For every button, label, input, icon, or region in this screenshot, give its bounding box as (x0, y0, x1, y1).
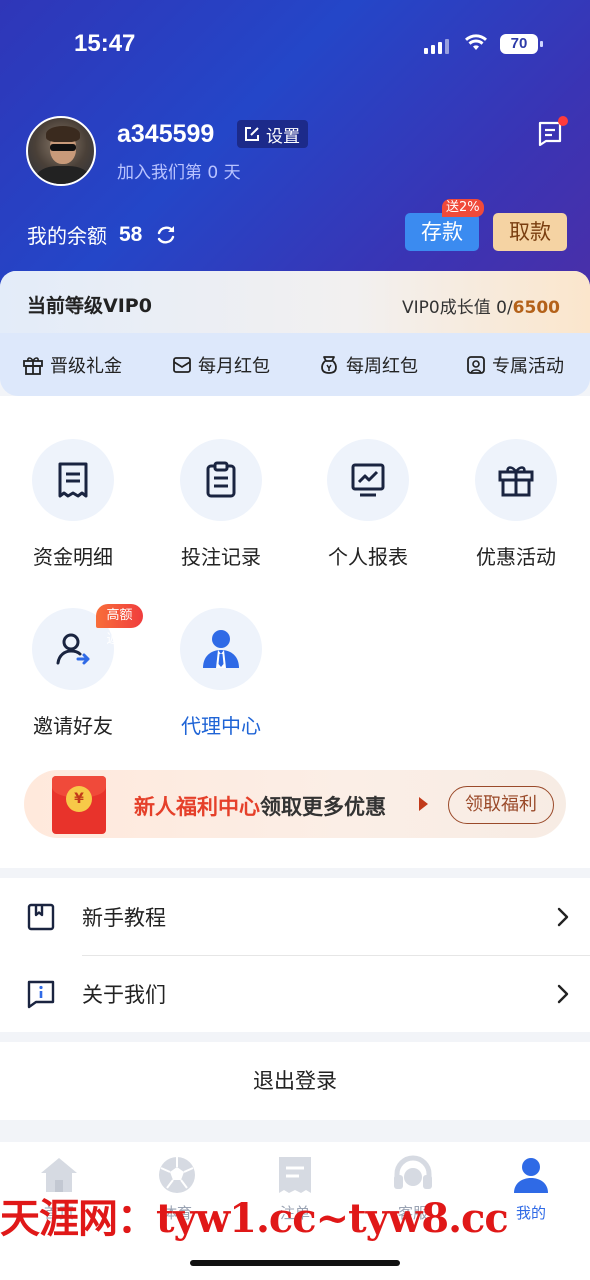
deposit-bonus-badge: 送2% (442, 199, 484, 217)
gift-icon (23, 357, 43, 375)
chevron-right-icon (557, 984, 569, 1004)
perk-label: 每周红包 (346, 356, 418, 377)
grid-label: 优惠活动 (476, 545, 556, 569)
list-item-about-us[interactable]: 关于我们 (0, 955, 590, 1032)
username: a345599 (117, 120, 215, 148)
joined-days: 加入我们第 0 天 (117, 163, 241, 183)
receipt-icon (58, 462, 88, 498)
bookmark-book-icon (27, 903, 55, 931)
perk-label: 专属活动 (492, 356, 564, 377)
vip-growth-label: VIP0成长值 (402, 298, 491, 318)
grid-label: 邀请好友 (33, 714, 113, 738)
vip-card[interactable]: 当前等级VIP0 VIP0成长值 0/6500 晋级礼金 每月红包 每周红包 专… (0, 271, 590, 396)
info-chat-icon (27, 980, 55, 1009)
weekly-bag-icon (321, 356, 337, 374)
wifi-icon (465, 34, 487, 50)
vip-perks: 晋级礼金 每月红包 每周红包 专属活动 (0, 333, 590, 396)
vip-growth-target: 6500 (512, 298, 560, 318)
agent-icon (203, 630, 239, 668)
grid-label: 资金明细 (33, 545, 113, 569)
status-time: 15:47 (74, 30, 136, 57)
status-bar: 15:47 70 (0, 28, 590, 62)
newcomer-benefit-banner[interactable]: ¥ 新人福利中心领取更多优惠 领取福利 (24, 770, 566, 838)
avatar[interactable] (26, 116, 96, 186)
balance-row: 我的余额 58 (27, 220, 178, 249)
settings-button[interactable]: 设置 (237, 120, 308, 148)
grid-item-invite-friends[interactable]: 高额返佣 邀请好友 (3, 604, 143, 739)
battery-icon: 70 (500, 34, 543, 54)
edit-icon (245, 127, 259, 141)
high-rebate-badge: 高额返佣 (96, 604, 143, 647)
vip-level: 当前等级VIP0 (27, 295, 152, 317)
chart-monitor-icon (351, 463, 385, 497)
clipboard-icon (206, 461, 236, 498)
notification-dot (558, 116, 568, 126)
triangle-right-icon (419, 797, 428, 811)
refresh-icon[interactable] (154, 223, 178, 247)
coin-icon: ¥ (66, 786, 92, 812)
grid-item-bet-records[interactable]: 投注记录 (151, 439, 291, 570)
balance-value: 58 (119, 222, 143, 246)
logout-button[interactable]: 退出登录 (0, 1042, 590, 1120)
perk-exclusive-event[interactable]: 专属活动 (466, 352, 564, 378)
exclusive-icon (467, 356, 485, 374)
perk-label: 每月红包 (198, 356, 270, 377)
grid-item-promotions[interactable]: 优惠活动 (446, 439, 586, 570)
feature-grid: 资金明细 投注记录 个人报表 优惠活动 高额返佣 邀请好友 代理中心 ¥ 新人福… (0, 396, 590, 868)
grid-label: 个人报表 (328, 545, 408, 569)
list-label: 关于我们 (82, 983, 166, 1007)
deposit-button[interactable]: 存款 (405, 213, 479, 251)
cellular-signal-icon (424, 38, 449, 54)
claim-benefit-button[interactable]: 领取福利 (448, 786, 554, 824)
grid-item-personal-report[interactable]: 个人报表 (298, 439, 438, 570)
balance-label: 我的余额 (27, 224, 107, 248)
list-item-tutorial[interactable]: 新手教程 (0, 878, 590, 956)
envelope-icon (173, 357, 191, 373)
perk-label: 晋级礼金 (50, 356, 122, 377)
grid-label: 代理中心 (181, 714, 261, 738)
perk-promotion-gift[interactable]: 晋级礼金 (22, 352, 122, 378)
chevron-right-icon (557, 907, 569, 927)
perk-monthly-envelope[interactable]: 每月红包 (172, 352, 270, 378)
watermark-text: 天涯网：tyw1.cc~tyw8.cc (0, 1195, 509, 1242)
banner-title-dark: 领取更多优惠 (260, 795, 386, 819)
perk-weekly-envelope[interactable]: 每周红包 (318, 352, 418, 378)
withdraw-button[interactable]: 取款 (493, 213, 567, 251)
gift-box-icon (498, 466, 534, 497)
banner-title-red: 新人福利中心 (134, 795, 260, 819)
grid-item-fund-details[interactable]: 资金明细 (3, 439, 143, 570)
settings-label: 设置 (266, 126, 300, 147)
list-label: 新手教程 (82, 906, 166, 930)
banner-title: 新人福利中心领取更多优惠 (134, 791, 386, 821)
vip-growth: VIP0成长值 0/6500 (402, 293, 560, 318)
profile-header: 15:47 70 a345599 设置 加入我们第 0 天 我的余额 58 存款… (0, 0, 590, 300)
settings-list: 新手教程 关于我们 (0, 878, 590, 1032)
home-indicator[interactable] (190, 1260, 400, 1266)
grid-item-agent-center[interactable]: 代理中心 (151, 608, 291, 739)
invite-user-icon (56, 633, 90, 665)
grid-label: 投注记录 (181, 545, 261, 569)
vip-growth-current: 0/ (496, 298, 513, 318)
